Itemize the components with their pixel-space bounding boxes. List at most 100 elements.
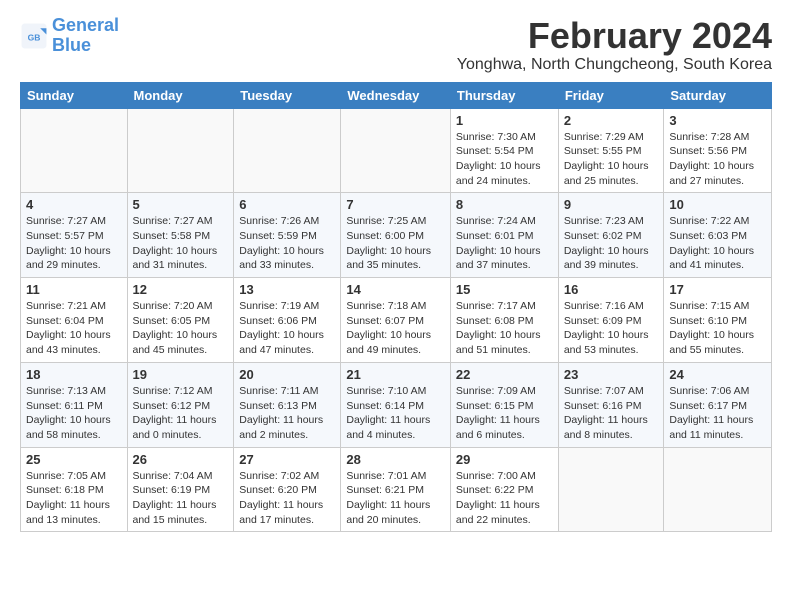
calendar-cell <box>558 447 664 532</box>
day-detail: Sunrise: 7:18 AM Sunset: 6:07 PM Dayligh… <box>346 299 445 358</box>
calendar-cell: 21 Sunrise: 7:10 AM Sunset: 6:14 PM Dayli… <box>341 362 451 447</box>
calendar-cell: 16Sunrise: 7:16 AM Sunset: 6:09 PM Dayli… <box>558 278 664 363</box>
calendar-cell: 22 Sunrise: 7:09 AM Sunset: 6:15 PM Dayli… <box>450 362 558 447</box>
day-detail: Sunrise: 7:02 AM Sunset: 6:20 PM Dayligh… <box>239 469 335 528</box>
day-detail: Sunrise: 7:19 AM Sunset: 6:06 PM Dayligh… <box>239 299 335 358</box>
day-detail: Sunrise: 7:22 AM Sunset: 6:03 PM Dayligh… <box>669 214 766 273</box>
day-detail: Sunrise: 7:27 AM Sunset: 5:58 PM Dayligh… <box>133 214 229 273</box>
day-detail: Sunrise: 7:13 AM Sunset: 6:11 PM Dayligh… <box>26 384 122 443</box>
calendar-cell: 19Sunrise: 7:12 AM Sunset: 6:12 PM Dayli… <box>127 362 234 447</box>
calendar-week-5: 25 Sunrise: 7:05 AM Sunset: 6:18 PM Dayli… <box>21 447 772 532</box>
calendar-table: SundayMondayTuesdayWednesdayThursdayFrid… <box>20 82 772 533</box>
calendar-cell: 28 Sunrise: 7:01 AM Sunset: 6:21 PM Dayli… <box>341 447 451 532</box>
day-number: 25 <box>26 452 122 467</box>
day-number: 20 <box>239 367 335 382</box>
calendar-cell: 2 Sunrise: 7:29 AM Sunset: 5:55 PM Daylig… <box>558 108 664 193</box>
day-number: 7 <box>346 197 445 212</box>
day-detail: Sunrise: 7:29 AM Sunset: 5:55 PM Dayligh… <box>564 130 659 189</box>
day-number: 28 <box>346 452 445 467</box>
day-number: 24 <box>669 367 766 382</box>
calendar-header-thursday: Thursday <box>450 82 558 108</box>
day-detail: Sunrise: 7:26 AM Sunset: 5:59 PM Dayligh… <box>239 214 335 273</box>
calendar-cell: 26 Sunrise: 7:04 AM Sunset: 6:19 PM Dayli… <box>127 447 234 532</box>
calendar-cell: 25 Sunrise: 7:05 AM Sunset: 6:18 PM Dayli… <box>21 447 128 532</box>
calendar-cell: 24 Sunrise: 7:06 AM Sunset: 6:17 PM Dayli… <box>664 362 772 447</box>
calendar-header-sunday: Sunday <box>21 82 128 108</box>
day-detail: Sunrise: 7:00 AM Sunset: 6:22 PM Dayligh… <box>456 469 553 528</box>
calendar-cell: 11Sunrise: 7:21 AM Sunset: 6:04 PM Dayli… <box>21 278 128 363</box>
calendar-cell: 10 Sunrise: 7:22 AM Sunset: 6:03 PM Dayli… <box>664 193 772 278</box>
day-number: 17 <box>669 282 766 297</box>
day-detail: Sunrise: 7:17 AM Sunset: 6:08 PM Dayligh… <box>456 299 553 358</box>
page-header: GB General Blue February 2024 Yonghwa, N… <box>20 16 772 74</box>
title-block: February 2024 Yonghwa, North Chungcheong… <box>457 16 772 74</box>
day-number: 18 <box>26 367 122 382</box>
calendar-header-wednesday: Wednesday <box>341 82 451 108</box>
day-detail: Sunrise: 7:10 AM Sunset: 6:14 PM Dayligh… <box>346 384 445 443</box>
day-number: 15 <box>456 282 553 297</box>
day-number: 1 <box>456 113 553 128</box>
calendar-cell: 23Sunrise: 7:07 AM Sunset: 6:16 PM Dayli… <box>558 362 664 447</box>
calendar-cell: 3 Sunrise: 7:28 AM Sunset: 5:56 PM Daylig… <box>664 108 772 193</box>
day-detail: Sunrise: 7:12 AM Sunset: 6:12 PM Dayligh… <box>133 384 229 443</box>
day-number: 22 <box>456 367 553 382</box>
calendar-cell: 12 Sunrise: 7:20 AM Sunset: 6:05 PM Dayli… <box>127 278 234 363</box>
day-detail: Sunrise: 7:09 AM Sunset: 6:15 PM Dayligh… <box>456 384 553 443</box>
calendar-cell: 18 Sunrise: 7:13 AM Sunset: 6:11 PM Dayli… <box>21 362 128 447</box>
day-detail: Sunrise: 7:23 AM Sunset: 6:02 PM Dayligh… <box>564 214 659 273</box>
day-detail: Sunrise: 7:05 AM Sunset: 6:18 PM Dayligh… <box>26 469 122 528</box>
subtitle: Yonghwa, North Chungcheong, South Korea <box>457 56 772 74</box>
calendar-cell <box>127 108 234 193</box>
day-detail: Sunrise: 7:25 AM Sunset: 6:00 PM Dayligh… <box>346 214 445 273</box>
calendar-header-row: SundayMondayTuesdayWednesdayThursdayFrid… <box>21 82 772 108</box>
calendar-cell: 27 Sunrise: 7:02 AM Sunset: 6:20 PM Dayli… <box>234 447 341 532</box>
calendar-header-tuesday: Tuesday <box>234 82 341 108</box>
calendar-cell: 6 Sunrise: 7:26 AM Sunset: 5:59 PM Daylig… <box>234 193 341 278</box>
day-number: 5 <box>133 197 229 212</box>
day-number: 6 <box>239 197 335 212</box>
calendar-cell: 7 Sunrise: 7:25 AM Sunset: 6:00 PM Daylig… <box>341 193 451 278</box>
calendar-header-monday: Monday <box>127 82 234 108</box>
day-detail: Sunrise: 7:30 AM Sunset: 5:54 PM Dayligh… <box>456 130 553 189</box>
day-number: 14 <box>346 282 445 297</box>
day-number: 3 <box>669 113 766 128</box>
calendar-cell: 29 Sunrise: 7:00 AM Sunset: 6:22 PM Dayli… <box>450 447 558 532</box>
calendar-week-1: 1 Sunrise: 7:30 AM Sunset: 5:54 PM Daylig… <box>21 108 772 193</box>
logo-text-line1: General <box>52 16 119 36</box>
day-number: 21 <box>346 367 445 382</box>
calendar-cell <box>341 108 451 193</box>
calendar-body: 1 Sunrise: 7:30 AM Sunset: 5:54 PM Daylig… <box>21 108 772 532</box>
day-detail: Sunrise: 7:06 AM Sunset: 6:17 PM Dayligh… <box>669 384 766 443</box>
day-detail: Sunrise: 7:20 AM Sunset: 6:05 PM Dayligh… <box>133 299 229 358</box>
calendar-cell: 13 Sunrise: 7:19 AM Sunset: 6:06 PM Dayli… <box>234 278 341 363</box>
calendar-cell <box>664 447 772 532</box>
calendar-cell: 17 Sunrise: 7:15 AM Sunset: 6:10 PM Dayli… <box>664 278 772 363</box>
day-detail: Sunrise: 7:28 AM Sunset: 5:56 PM Dayligh… <box>669 130 766 189</box>
day-number: 29 <box>456 452 553 467</box>
day-detail: Sunrise: 7:11 AM Sunset: 6:13 PM Dayligh… <box>239 384 335 443</box>
day-number: 26 <box>133 452 229 467</box>
calendar-week-2: 4 Sunrise: 7:27 AM Sunset: 5:57 PM Daylig… <box>21 193 772 278</box>
day-number: 8 <box>456 197 553 212</box>
day-number: 10 <box>669 197 766 212</box>
calendar-cell: 20 Sunrise: 7:11 AM Sunset: 6:13 PM Dayli… <box>234 362 341 447</box>
calendar-cell <box>21 108 128 193</box>
calendar-week-4: 18 Sunrise: 7:13 AM Sunset: 6:11 PM Dayli… <box>21 362 772 447</box>
calendar-cell: 1 Sunrise: 7:30 AM Sunset: 5:54 PM Daylig… <box>450 108 558 193</box>
day-number: 13 <box>239 282 335 297</box>
day-detail: Sunrise: 7:01 AM Sunset: 6:21 PM Dayligh… <box>346 469 445 528</box>
day-detail: Sunrise: 7:27 AM Sunset: 5:57 PM Dayligh… <box>26 214 122 273</box>
day-detail: Sunrise: 7:16 AM Sunset: 6:09 PM Dayligh… <box>564 299 659 358</box>
logo-text-line2: Blue <box>52 36 119 56</box>
calendar-week-3: 11Sunrise: 7:21 AM Sunset: 6:04 PM Dayli… <box>21 278 772 363</box>
day-number: 4 <box>26 197 122 212</box>
day-number: 27 <box>239 452 335 467</box>
day-number: 12 <box>133 282 229 297</box>
day-detail: Sunrise: 7:21 AM Sunset: 6:04 PM Dayligh… <box>26 299 122 358</box>
day-number: 23 <box>564 367 659 382</box>
calendar-cell: 14 Sunrise: 7:18 AM Sunset: 6:07 PM Dayli… <box>341 278 451 363</box>
day-detail: Sunrise: 7:04 AM Sunset: 6:19 PM Dayligh… <box>133 469 229 528</box>
day-number: 2 <box>564 113 659 128</box>
day-detail: Sunrise: 7:15 AM Sunset: 6:10 PM Dayligh… <box>669 299 766 358</box>
main-title: February 2024 <box>457 16 772 56</box>
